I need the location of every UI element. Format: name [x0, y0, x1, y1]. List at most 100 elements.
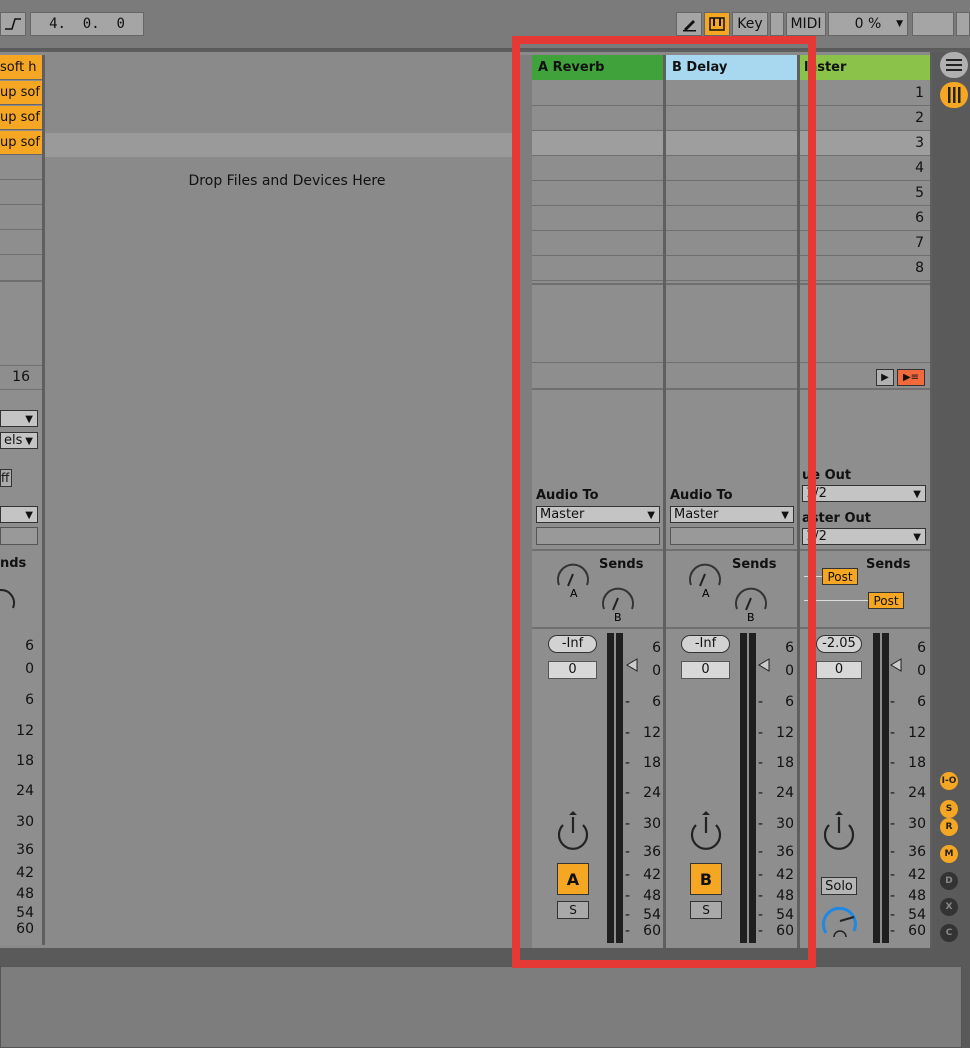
section-toggle-button[interactable]: C [940, 924, 958, 942]
toolbar: 4. 0. 0 Key MIDI 0 % ▼ [0, 0, 970, 50]
drop-zone-hint: Drop Files and Devices Here [188, 173, 386, 189]
dropdown-arrow-icon: ▼ [913, 532, 921, 543]
scene-number: 2 [915, 110, 924, 126]
scene-slot[interactable]: 8 [800, 256, 930, 281]
section-toggle-label: I-O [941, 776, 957, 786]
scene-number: 3 [915, 135, 924, 151]
mixer-columns-icon[interactable] [940, 82, 968, 108]
keyboard-midi-toggle-icon[interactable] [704, 12, 730, 36]
output-type-select[interactable]: ▼ [0, 506, 38, 523]
send-knob[interactable] [0, 580, 16, 616]
input-type-select[interactable]: ▼ [0, 410, 38, 427]
section-toggle-label: X [945, 902, 953, 912]
clip-name: up sof [0, 85, 40, 100]
meter-tick-mark: - [890, 755, 896, 771]
meter-tick-label: 0 [917, 663, 926, 679]
cue-volume-knob[interactable] [818, 901, 860, 941]
clip-slot[interactable]: up sof [0, 131, 42, 155]
meter-tick-mark: - [890, 694, 896, 710]
monitor-off-button[interactable]: ff [0, 469, 12, 487]
menu-lines-icon[interactable] [940, 52, 968, 78]
scene-slot[interactable]: 7 [800, 231, 930, 256]
clip-name: soft h [0, 60, 37, 75]
meter-tick-label: 6 [25, 638, 34, 654]
arrangement-position-field[interactable]: 4. 0. 0 [30, 12, 144, 36]
meter-tick-label: 60 [16, 921, 34, 937]
cpu-meter[interactable]: 0 % ▼ [828, 12, 908, 36]
meter-tick-label: 18 [908, 755, 926, 771]
pre-post-toggle-button[interactable]: Post [822, 568, 858, 585]
divider [800, 627, 930, 629]
meter-tick-label: 12 [908, 725, 926, 741]
scene-number: 8 [915, 260, 924, 276]
pan-value: 0 [834, 662, 844, 677]
scene-number: 6 [915, 210, 924, 226]
clip-slot[interactable]: up sof [0, 81, 42, 105]
section-toggle-button[interactable]: I-O [940, 772, 958, 790]
scene-list: 1 2 3 4 5 6 7 8 [800, 81, 930, 281]
section-toggle-label: M [944, 849, 954, 859]
draw-mode-curve-icon[interactable] [0, 12, 26, 36]
cpu-value: 0 % [854, 16, 882, 32]
clip-slot[interactable] [0, 156, 42, 180]
section-toggle-label: R [945, 822, 953, 832]
pan-field[interactable]: 0 [816, 661, 862, 679]
scene-slot[interactable]: 6 [800, 206, 930, 231]
section-toggle-button[interactable]: M [940, 845, 958, 863]
clip-slot[interactable] [0, 231, 42, 255]
meter-tick-label: 48 [16, 886, 34, 902]
input-channel-select[interactable]: els ▼ [0, 432, 38, 449]
pre-post-toggle-button[interactable]: Post [868, 592, 904, 609]
draw-mode-pencil-icon[interactable] [676, 12, 702, 36]
post-label: Post [827, 569, 853, 584]
meter-tick-label: 60 [908, 923, 926, 939]
clip-slot[interactable] [0, 181, 42, 205]
highlight-box [512, 36, 816, 968]
output-channel-select[interactable] [0, 527, 38, 545]
meter-tick-mark: - [890, 816, 896, 832]
meter-tick-mark: - [890, 867, 896, 883]
section-toggle-button[interactable]: R [940, 818, 958, 836]
meter-tick-mark: - [890, 844, 896, 860]
solo-cue-toggle-button[interactable]: Solo [821, 877, 857, 895]
arrangement-position: 4. 0. 0 [49, 16, 125, 32]
track-title-bar[interactable]: laster [800, 55, 930, 80]
meter-tick-label: 36 [908, 844, 926, 860]
scene-slot[interactable]: 4 [800, 156, 930, 181]
clip-slot[interactable]: up sof [0, 106, 42, 130]
clip-slot[interactable]: soft h [0, 55, 42, 80]
meter-tick-label: 42 [16, 865, 34, 881]
scene-slot[interactable]: 5 [800, 181, 930, 206]
meter-tick-label: 6 [917, 640, 926, 656]
section-toggle-button[interactable]: D [940, 872, 958, 890]
meter-tick-label: 24 [16, 783, 34, 799]
scene-slot[interactable]: 3 [800, 131, 930, 156]
master-out-select[interactable]: 1/2 ▼ [802, 528, 926, 545]
dropdown-arrow-icon: ▼ [913, 489, 921, 500]
clip-slot[interactable] [0, 256, 42, 282]
key-indicator [770, 12, 784, 36]
scene-number: 7 [915, 235, 924, 251]
cue-out-select[interactable]: 1/2 ▼ [802, 485, 926, 502]
volume-readout[interactable]: -2.05 [816, 635, 862, 653]
scene-number: 4 [915, 160, 924, 176]
section-toggle-button[interactable]: S [940, 800, 958, 818]
key-map-label: Key [737, 16, 763, 32]
bar-value: 16 [12, 369, 30, 385]
stop-all-clips-icon[interactable]: ▶≡ [897, 369, 925, 386]
key-map-button[interactable]: Key [732, 12, 768, 36]
overload-indicator [912, 12, 954, 36]
meter-tick-label: 36 [16, 842, 34, 858]
scene-slot[interactable]: 2 [800, 106, 930, 131]
input-channel-value: els [4, 433, 23, 448]
play-scene-icon[interactable]: ▶ [876, 369, 894, 386]
clip-slot[interactable] [0, 206, 42, 230]
meter-tick-mark: - [890, 888, 896, 904]
midi-map-button[interactable]: MIDI [786, 12, 826, 36]
meter-tick-label: 18 [16, 753, 34, 769]
section-toggle-button[interactable]: X [940, 898, 958, 916]
scene-slot[interactable]: 1 [800, 81, 930, 106]
drop-zone[interactable]: Drop Files and Devices Here [45, 55, 515, 945]
meter-tick-label: 48 [908, 888, 926, 904]
meter-tick-label: 0 [25, 661, 34, 677]
